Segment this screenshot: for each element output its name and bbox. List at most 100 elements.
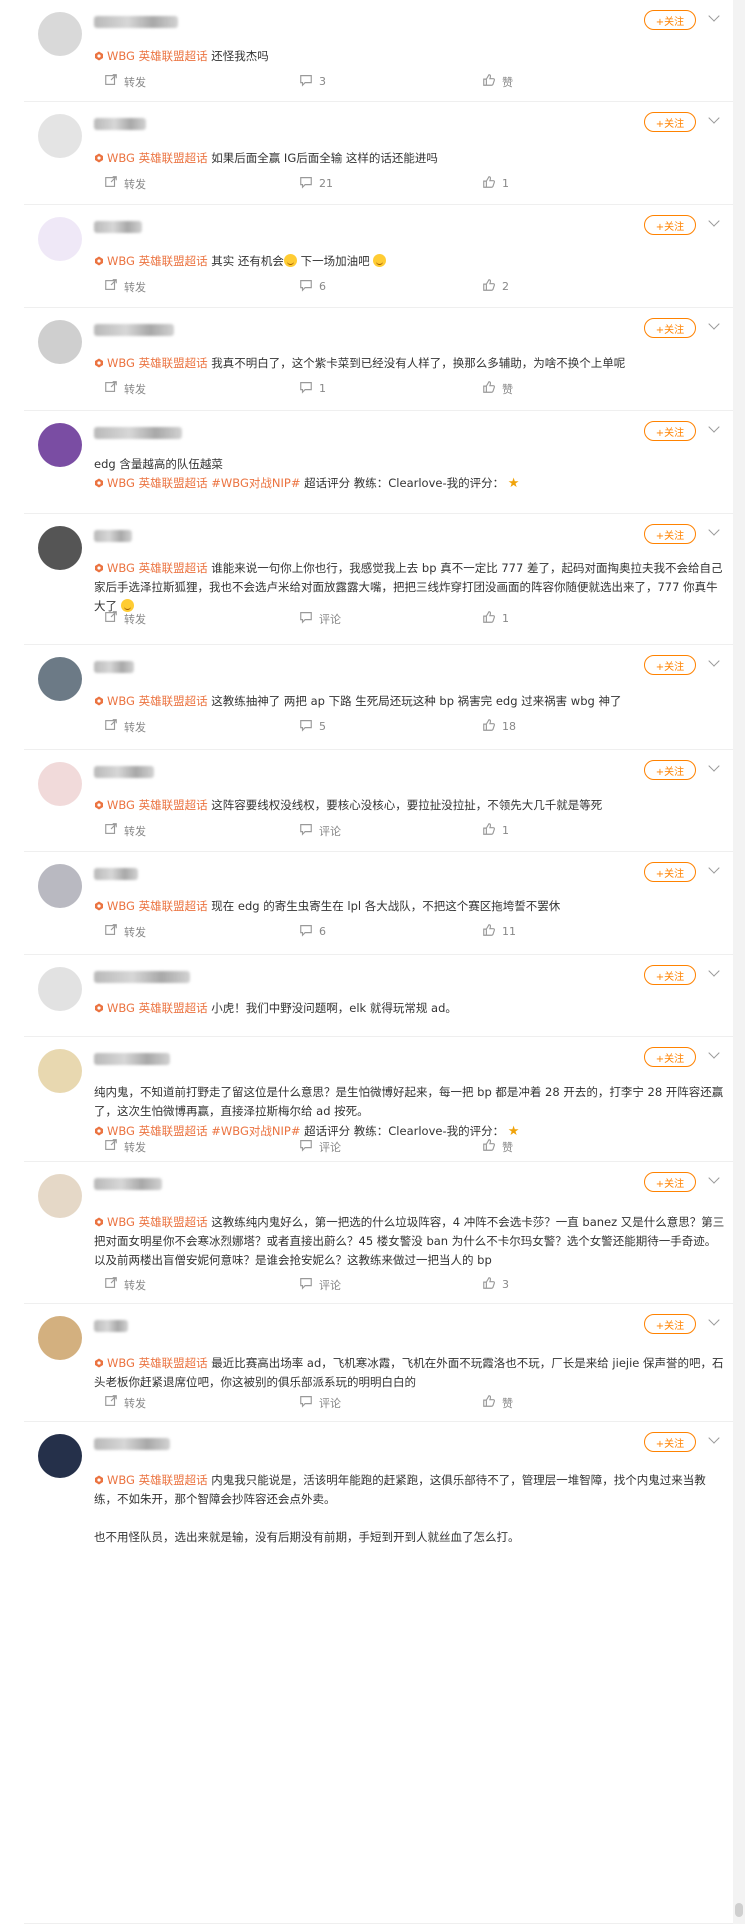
- topic-link[interactable]: WBG 英雄联盟超话 #WBG对战NIP#: [94, 476, 304, 490]
- follow-button[interactable]: +关注: [644, 1047, 696, 1067]
- like-button[interactable]: 11: [482, 923, 516, 940]
- username-blurred[interactable]: [94, 1438, 170, 1450]
- repost-button[interactable]: 转发: [104, 718, 146, 735]
- topic-link[interactable]: WBG 英雄联盟超话: [94, 1473, 208, 1487]
- avatar[interactable]: [38, 217, 82, 261]
- topic-link[interactable]: WBG 英雄联盟超话: [94, 356, 208, 370]
- like-button[interactable]: 1: [482, 175, 509, 192]
- chevron-down-icon[interactable]: [708, 862, 720, 874]
- repost-button[interactable]: 转发: [104, 610, 146, 627]
- repost-button[interactable]: 转发: [104, 175, 146, 192]
- topic-link[interactable]: WBG 英雄联盟超话: [94, 1001, 208, 1015]
- comment-button[interactable]: 3: [299, 73, 326, 90]
- like-button[interactable]: 3: [482, 1276, 509, 1293]
- topic-link[interactable]: WBG 英雄联盟超话: [94, 899, 208, 913]
- avatar[interactable]: [38, 1049, 82, 1093]
- avatar[interactable]: [38, 864, 82, 908]
- avatar[interactable]: [38, 320, 82, 364]
- like-button[interactable]: 1: [482, 610, 509, 627]
- comment-button[interactable]: 评论: [299, 1138, 341, 1155]
- chevron-down-icon[interactable]: [708, 10, 720, 22]
- chevron-down-icon[interactable]: [708, 524, 720, 536]
- username-blurred[interactable]: [94, 16, 178, 28]
- avatar[interactable]: [38, 657, 82, 701]
- comment-button[interactable]: 评论: [299, 822, 341, 839]
- comment-button[interactable]: 6: [299, 923, 326, 940]
- username-blurred[interactable]: [94, 1053, 170, 1065]
- username-blurred[interactable]: [94, 1320, 128, 1332]
- username-blurred[interactable]: [94, 221, 142, 233]
- chevron-down-icon[interactable]: [708, 1047, 720, 1059]
- chevron-down-icon[interactable]: [708, 1314, 720, 1326]
- chevron-down-icon[interactable]: [708, 760, 720, 772]
- topic-link[interactable]: WBG 英雄联盟超话 #WBG对战NIP#: [94, 1124, 304, 1138]
- comment-button[interactable]: 评论: [299, 1276, 341, 1293]
- avatar[interactable]: [38, 762, 82, 806]
- comment-button[interactable]: 21: [299, 175, 333, 192]
- repost-button[interactable]: 转发: [104, 73, 146, 90]
- avatar[interactable]: [38, 1316, 82, 1360]
- username-blurred[interactable]: [94, 427, 182, 439]
- topic-link[interactable]: WBG 英雄联盟超话: [94, 254, 208, 268]
- username-blurred[interactable]: [94, 766, 154, 778]
- follow-button[interactable]: +关注: [644, 760, 696, 780]
- chevron-down-icon[interactable]: [708, 318, 720, 330]
- repost-button[interactable]: 转发: [104, 1276, 146, 1293]
- scroll-thumb[interactable]: [735, 1903, 743, 1917]
- topic-link[interactable]: WBG 英雄联盟超话: [94, 49, 208, 63]
- scrollbar[interactable]: [733, 0, 745, 1924]
- like-button[interactable]: 赞: [482, 73, 513, 90]
- avatar[interactable]: [38, 1434, 82, 1478]
- avatar[interactable]: [38, 423, 82, 467]
- username-blurred[interactable]: [94, 118, 146, 130]
- topic-link[interactable]: WBG 英雄联盟超话: [94, 798, 208, 812]
- avatar[interactable]: [38, 114, 82, 158]
- chevron-down-icon[interactable]: [708, 1432, 720, 1444]
- chevron-down-icon[interactable]: [708, 112, 720, 124]
- avatar[interactable]: [38, 967, 82, 1011]
- topic-link[interactable]: WBG 英雄联盟超话: [94, 694, 208, 708]
- chevron-down-icon[interactable]: [708, 421, 720, 433]
- chevron-down-icon[interactable]: [708, 1172, 720, 1184]
- like-button[interactable]: 赞: [482, 1394, 513, 1411]
- follow-button[interactable]: +关注: [644, 965, 696, 985]
- topic-link[interactable]: WBG 英雄联盟超话: [94, 561, 208, 575]
- repost-button[interactable]: 转发: [104, 1394, 146, 1411]
- follow-button[interactable]: +关注: [644, 1432, 696, 1452]
- repost-button[interactable]: 转发: [104, 1138, 146, 1155]
- follow-button[interactable]: +关注: [644, 421, 696, 441]
- like-button[interactable]: 18: [482, 718, 516, 735]
- avatar[interactable]: [38, 526, 82, 570]
- comment-button[interactable]: 6: [299, 278, 326, 295]
- chevron-down-icon[interactable]: [708, 655, 720, 667]
- follow-button[interactable]: +关注: [644, 1314, 696, 1334]
- comment-button[interactable]: 5: [299, 718, 326, 735]
- avatar[interactable]: [38, 1174, 82, 1218]
- follow-button[interactable]: +关注: [644, 10, 696, 30]
- username-blurred[interactable]: [94, 1178, 162, 1190]
- chevron-down-icon[interactable]: [708, 965, 720, 977]
- topic-link[interactable]: WBG 英雄联盟超话: [94, 1356, 208, 1370]
- like-button[interactable]: 赞: [482, 1138, 513, 1155]
- follow-button[interactable]: +关注: [644, 318, 696, 338]
- topic-link[interactable]: WBG 英雄联盟超话: [94, 151, 208, 165]
- follow-button[interactable]: +关注: [644, 524, 696, 544]
- follow-button[interactable]: +关注: [644, 655, 696, 675]
- like-button[interactable]: 赞: [482, 380, 513, 397]
- repost-button[interactable]: 转发: [104, 380, 146, 397]
- repost-button[interactable]: 转发: [104, 822, 146, 839]
- follow-button[interactable]: +关注: [644, 112, 696, 132]
- repost-button[interactable]: 转发: [104, 278, 146, 295]
- topic-link[interactable]: WBG 英雄联盟超话: [94, 1215, 208, 1229]
- username-blurred[interactable]: [94, 530, 132, 542]
- like-button[interactable]: 2: [482, 278, 509, 295]
- like-button[interactable]: 1: [482, 822, 509, 839]
- comment-button[interactable]: 评论: [299, 610, 341, 627]
- follow-button[interactable]: +关注: [644, 215, 696, 235]
- avatar[interactable]: [38, 12, 82, 56]
- username-blurred[interactable]: [94, 971, 190, 983]
- username-blurred[interactable]: [94, 661, 134, 673]
- chevron-down-icon[interactable]: [708, 215, 720, 227]
- follow-button[interactable]: +关注: [644, 1172, 696, 1192]
- repost-button[interactable]: 转发: [104, 923, 146, 940]
